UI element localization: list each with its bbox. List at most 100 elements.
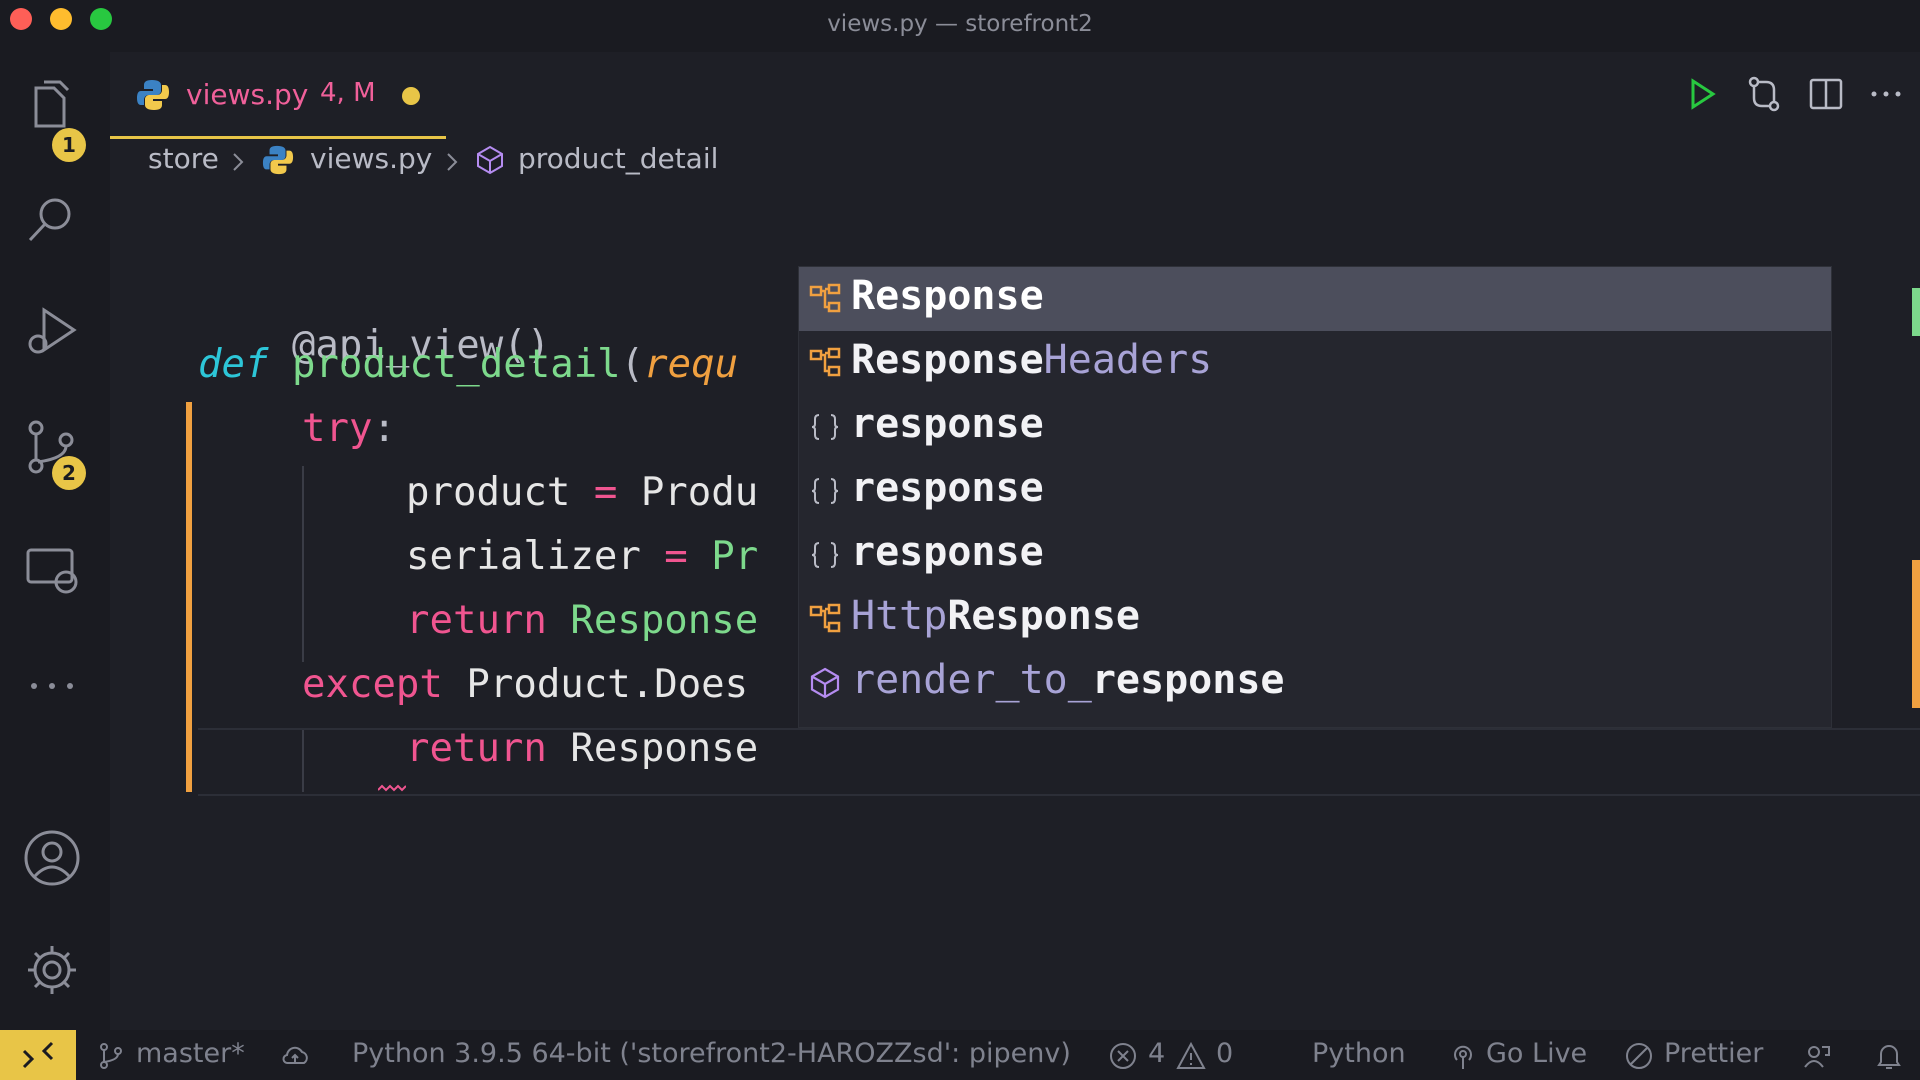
prettier-disabled-icon	[1626, 1043, 1652, 1069]
suggestion-match: Response	[851, 337, 1044, 383]
error-icon	[1110, 1043, 1136, 1069]
expression-text: Response	[570, 726, 759, 771]
suggestion-item[interactable]: render_to_response	[799, 651, 1831, 715]
suggestion-item[interactable]: response	[799, 459, 1831, 523]
return-keyword: return	[406, 726, 547, 771]
error-count[interactable]: 4	[1148, 1038, 1165, 1069]
broadcast-icon	[1454, 1045, 1472, 1069]
suggestion-prefix: Http	[851, 593, 948, 639]
class-icon	[807, 345, 843, 381]
chevron-right-icon	[233, 153, 244, 171]
tab-bar: views.py 4, M	[110, 52, 1920, 139]
search-icon[interactable]	[22, 190, 82, 250]
overview-ruler-mark	[1912, 288, 1920, 336]
suggestion-match: response	[851, 401, 1044, 447]
function-name: product_detail	[291, 342, 621, 387]
tab-views-py[interactable]: views.py 4, M	[110, 52, 446, 139]
suggestion-item[interactable]: response	[799, 523, 1831, 587]
window-title: views.py — storefront2	[827, 11, 1093, 37]
breadcrumb-file[interactable]: views.py	[310, 142, 432, 175]
title-bar: views.py — storefront2	[0, 0, 1920, 52]
return-keyword: return	[406, 598, 547, 643]
suggestion-item[interactable]: Response	[799, 267, 1831, 331]
more-actions-icon[interactable]	[1866, 74, 1906, 114]
breadcrumb-folder[interactable]: store	[148, 142, 219, 175]
expression-text: Produ	[640, 470, 759, 515]
warning-icon	[1176, 1041, 1206, 1069]
suggestion-item[interactable]: HttpResponse	[799, 587, 1831, 651]
code-line-5: serializer = Pr	[406, 534, 758, 579]
split-editor-icon[interactable]	[1806, 74, 1846, 114]
run-python-file-icon[interactable]	[1682, 74, 1722, 114]
go-live-button[interactable]: Go Live	[1486, 1038, 1587, 1069]
explorer-badge: 1	[52, 128, 86, 162]
python-interpreter[interactable]: Python 3.9.5 64-bit ('storefront2-HAROZZ…	[352, 1038, 1071, 1069]
variable-icon	[807, 409, 843, 445]
source-control-badge: 2	[52, 456, 86, 490]
suggestion-match: response	[1091, 657, 1285, 703]
suggestion-suffix: Headers	[1043, 337, 1213, 383]
git-branch-icon	[100, 1043, 122, 1069]
remote-indicator-button[interactable]	[0, 1030, 76, 1080]
activity-bar: 1 2	[0, 52, 110, 1030]
warning-count[interactable]: 0	[1216, 1038, 1233, 1069]
suggestion-match: response	[851, 465, 1044, 511]
variable-icon	[807, 473, 843, 509]
paren: (	[620, 342, 645, 387]
remote-icon	[22, 1041, 54, 1069]
prettier-status[interactable]: Prettier	[1664, 1038, 1763, 1069]
python-file-icon	[262, 145, 294, 175]
open-changes-icon[interactable]	[1744, 74, 1784, 114]
suggestion-match: response	[851, 529, 1044, 575]
code-line-8: return Response	[406, 726, 758, 771]
python-file-icon	[137, 80, 169, 110]
class-icon	[807, 281, 843, 317]
variable-name: product	[406, 470, 571, 515]
feedback-icon[interactable]	[1802, 1041, 1832, 1071]
unsaved-dot-icon[interactable]	[402, 87, 420, 105]
variable-name: serializer	[406, 534, 641, 579]
modified-lines-gutter	[186, 402, 192, 792]
try-keyword: try	[302, 406, 373, 451]
autocomplete-suggestions[interactable]: Response ResponseHeaders response respon…	[798, 266, 1832, 728]
expression-text: Product.Does	[466, 662, 749, 707]
expression-text: Response	[570, 598, 759, 643]
git-branch-status[interactable]: master*	[136, 1038, 245, 1069]
sync-cloud-icon[interactable]	[280, 1041, 310, 1071]
more-icon[interactable]	[22, 656, 82, 716]
expression-text: Pr	[711, 534, 759, 579]
parameter-name: requ	[644, 342, 739, 387]
overview-ruler-mark	[1912, 560, 1920, 708]
breadcrumb-symbol[interactable]: product_detail	[518, 142, 718, 175]
run-debug-icon[interactable]	[22, 302, 82, 362]
status-bar: master* Python 3.9.5 64-bit ('storefront…	[0, 1030, 1920, 1080]
code-line-4: product = Produ	[406, 470, 758, 515]
assign-operator: =	[664, 534, 688, 579]
suggestion-item[interactable]: response	[799, 395, 1831, 459]
def-keyword: def	[198, 342, 269, 387]
code-line-2: def product_detail(requ	[198, 342, 738, 387]
chevron-right-icon	[447, 153, 458, 171]
method-cube-icon	[477, 145, 503, 175]
variable-icon	[807, 537, 843, 573]
colon: :	[372, 406, 396, 451]
class-icon	[807, 601, 843, 637]
suggestion-match: Response	[947, 593, 1140, 639]
suggestion-match: Response	[851, 273, 1044, 319]
settings-gear-icon[interactable]	[22, 940, 82, 1000]
account-icon[interactable]	[22, 828, 82, 888]
language-mode[interactable]: Python	[1312, 1038, 1406, 1069]
remote-explorer-icon[interactable]	[22, 540, 82, 600]
code-line-6: return Response	[406, 598, 758, 643]
method-icon	[807, 665, 843, 701]
notifications-bell-icon[interactable]	[1874, 1041, 1904, 1071]
tab-problem-status: 4, M	[320, 78, 376, 108]
indent-guide	[302, 466, 304, 662]
tab-file-name: views.py	[186, 78, 309, 111]
assign-operator: =	[593, 470, 618, 515]
code-line-3: try:	[302, 406, 396, 451]
error-squiggle	[378, 784, 406, 792]
except-keyword: except	[302, 662, 443, 707]
code-line-7: except Product.Does	[302, 662, 748, 707]
suggestion-item[interactable]: ResponseHeaders	[799, 331, 1831, 395]
